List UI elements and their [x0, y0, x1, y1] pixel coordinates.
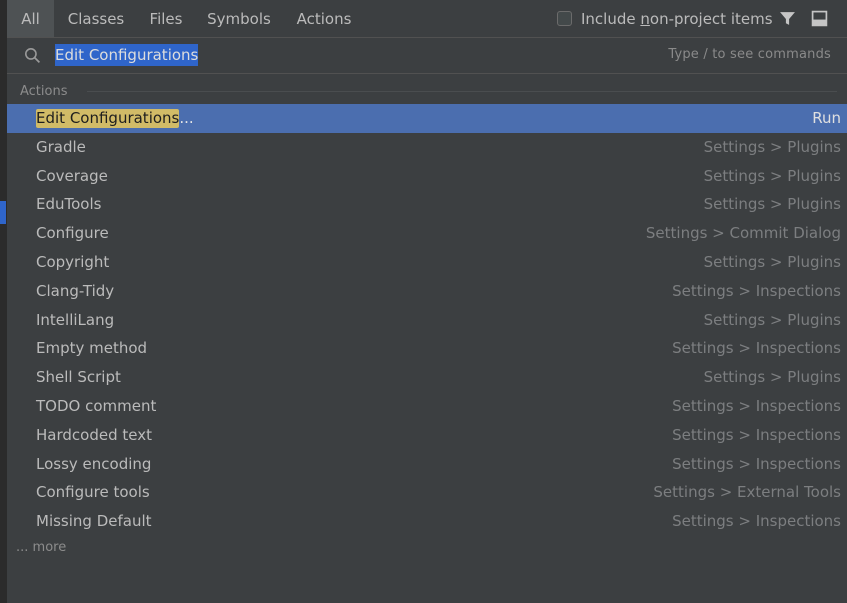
list-item-name: Configure tools: [36, 483, 150, 502]
list-item[interactable]: Lossy encoding Settings > Inspections: [7, 450, 847, 479]
list-item-location: Settings > Plugins: [703, 137, 841, 156]
list-item-name: Lossy encoding: [36, 454, 152, 473]
list-item-location: Run: [812, 109, 841, 127]
list-item[interactable]: Coverage Settings > Plugins: [7, 162, 847, 191]
list-item-name: Clang-Tidy: [36, 281, 115, 300]
list-item-location: Settings > Plugins: [703, 252, 841, 271]
tab-symbols[interactable]: Symbols: [198, 0, 280, 37]
list-item[interactable]: Clang-Tidy Settings > Inspections: [7, 277, 847, 306]
list-item-location: Settings > Inspections: [672, 339, 841, 358]
include-non-project-label: Include non-project items: [581, 9, 773, 28]
list-item-location: Settings > Inspections: [672, 512, 841, 531]
preview-icon[interactable]: [811, 10, 828, 27]
list-item-name: Gradle: [36, 137, 86, 156]
list-item[interactable]: Edit Configurations... Run: [7, 104, 847, 133]
include-non-project-checkbox[interactable]: [557, 11, 572, 26]
tab-bar: All Classes Files Symbols Actions Includ…: [7, 0, 847, 38]
list-item-location: Settings > External Tools: [653, 483, 841, 502]
list-item[interactable]: Empty method Settings > Inspections: [7, 334, 847, 363]
list-item[interactable]: Gradle Settings > Plugins: [7, 133, 847, 162]
list-item[interactable]: IntelliLang Settings > Plugins: [7, 306, 847, 335]
more-link[interactable]: ... more: [16, 540, 66, 555]
list-item-name: Hardcoded text: [36, 425, 152, 444]
list-item-name: Coverage: [36, 166, 108, 185]
search-input[interactable]: Edit Configurations: [55, 44, 199, 66]
list-item-location: Settings > Plugins: [703, 195, 841, 214]
list-item-location: Settings > Inspections: [672, 454, 841, 473]
list-item-name: Configure: [36, 224, 109, 243]
list-item-location: Settings > Inspections: [672, 396, 841, 415]
list-item-location: Settings > Inspections: [672, 425, 841, 444]
search-icon: [25, 48, 41, 64]
match-highlight: Edit Configurations: [36, 109, 180, 128]
list-item[interactable]: Missing Default Settings > Inspections: [7, 507, 847, 536]
editor-caret-marker: [0, 201, 6, 224]
tab-classes[interactable]: Classes: [58, 0, 134, 37]
list-item[interactable]: Configure tools Settings > External Tool…: [7, 478, 847, 507]
list-item-location: Settings > Plugins: [703, 310, 841, 329]
list-item[interactable]: Copyright Settings > Plugins: [7, 248, 847, 277]
list-item-location: Settings > Inspections: [672, 281, 841, 300]
tab-all[interactable]: All: [7, 0, 54, 37]
list-item-name: EduTools: [36, 195, 102, 214]
list-item[interactable]: TODO comment Settings > Inspections: [7, 392, 847, 421]
list-item[interactable]: Hardcoded text Settings > Inspections: [7, 421, 847, 450]
editor-gutter: [0, 0, 7, 603]
search-hint: Type / to see commands: [668, 47, 831, 62]
section-divider: [87, 91, 837, 92]
tab-files[interactable]: Files: [138, 0, 194, 37]
search-everywhere-popup: All Classes Files Symbols Actions Includ…: [7, 0, 847, 603]
list-item-name: Copyright: [36, 252, 110, 271]
list-item-location: Settings > Commit Dialog: [645, 224, 841, 243]
list-item-name: Missing Default: [36, 512, 152, 531]
list-item-name: Empty method: [36, 339, 148, 358]
list-item[interactable]: EduTools Settings > Plugins: [7, 190, 847, 219]
list-item-name: TODO comment: [36, 396, 157, 415]
list-item-name: IntelliLang: [36, 310, 115, 329]
list-item-location: Settings > Plugins: [703, 368, 841, 387]
section-header: Actions: [20, 84, 68, 99]
list-item-location: Settings > Plugins: [703, 166, 841, 185]
results-list: Edit Configurations... Run Gradle Settin…: [7, 104, 847, 536]
list-item[interactable]: Configure Settings > Commit Dialog: [7, 219, 847, 248]
include-non-project-toggle[interactable]: Include non-project items: [557, 0, 773, 37]
search-bar: Edit Configurations Type / to see comman…: [7, 38, 847, 74]
list-item-name: Shell Script: [36, 368, 121, 387]
list-item-name: Edit Configurations...: [36, 109, 194, 128]
filter-icon[interactable]: [779, 10, 796, 27]
tab-actions[interactable]: Actions: [285, 0, 363, 37]
list-item[interactable]: Shell Script Settings > Plugins: [7, 363, 847, 392]
